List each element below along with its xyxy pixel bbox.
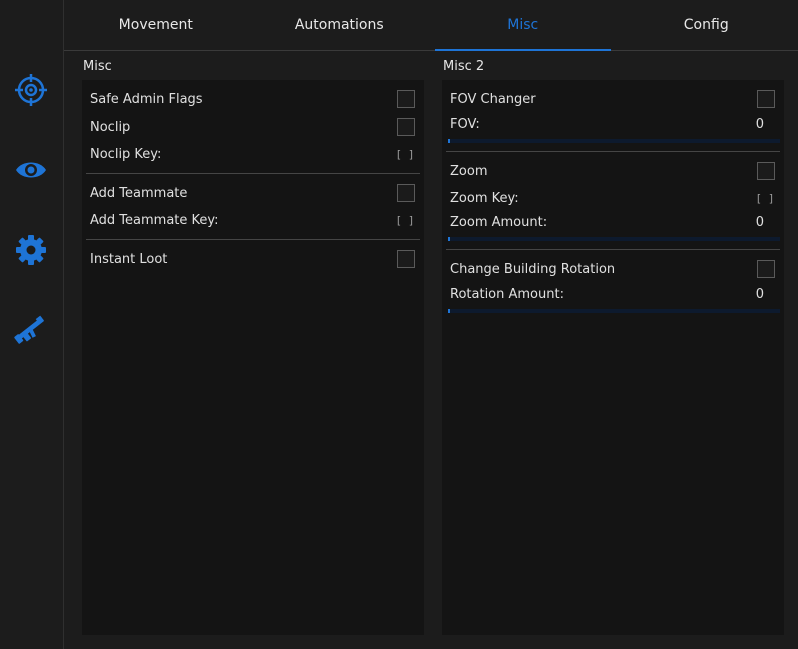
noclip-checkbox[interactable] (397, 118, 415, 136)
misc-panel: Safe Admin Flags Noclip Noclip Key: [ ] … (82, 80, 424, 635)
rotation-amount-label: Rotation Amount: (450, 286, 564, 302)
rotation-amount-slider[interactable] (448, 309, 780, 313)
tab-config[interactable]: Config (615, 0, 798, 50)
zoom-checkbox[interactable] (757, 162, 775, 180)
zoom-amount-label: Zoom Amount: (450, 214, 548, 230)
noclip-key-row: Noclip Key: [ ] (90, 143, 416, 165)
add-teammate-key-label: Add Teammate Key: (90, 212, 219, 228)
fov-row: FOV: 0 (450, 113, 776, 135)
fov-slider[interactable] (448, 139, 780, 143)
change-building-rotation-row: Change Building Rotation (450, 258, 776, 280)
misc-panel-title: Misc (83, 59, 112, 74)
fov-value: 0 (755, 116, 764, 132)
slider-fill (448, 237, 450, 241)
add-teammate-key-row: Add Teammate Key: [ ] (90, 209, 416, 231)
add-teammate-row: Add Teammate (90, 182, 416, 204)
instant-loot-checkbox[interactable] (397, 250, 415, 268)
zoom-keybind[interactable]: [ ] (757, 192, 775, 205)
zoom-amount-value: 0 (755, 214, 764, 230)
fov-label: FOV: (450, 116, 480, 132)
eye-icon[interactable] (13, 152, 49, 188)
misc2-panel: FOV Changer FOV: 0 Zoom Zoom Key: [ ] Zo… (442, 80, 784, 635)
tab-label: Config (683, 17, 729, 33)
tab-misc[interactable]: Misc (431, 0, 615, 51)
rotation-amount-row: Rotation Amount: 0 (450, 283, 776, 305)
noclip-key-label: Noclip Key: (90, 146, 162, 162)
noclip-label: Noclip (90, 119, 131, 135)
rifle-icon[interactable] (13, 312, 49, 348)
rotation-amount-value: 0 (755, 286, 764, 302)
divider (86, 239, 420, 240)
zoom-row: Zoom (450, 160, 776, 182)
change-building-rotation-checkbox[interactable] (757, 260, 775, 278)
add-teammate-checkbox[interactable] (397, 184, 415, 202)
tab-label: Misc (507, 17, 539, 33)
zoom-label: Zoom (450, 163, 488, 179)
zoom-amount-slider[interactable] (448, 237, 780, 241)
add-teammate-keybind[interactable]: [ ] (397, 214, 415, 227)
instant-loot-row: Instant Loot (90, 248, 416, 270)
tab-label: Automations (294, 17, 384, 33)
noclip-row: Noclip (90, 116, 416, 138)
fov-changer-row: FOV Changer (450, 88, 776, 110)
zoom-key-label: Zoom Key: (450, 190, 519, 206)
slider-fill (448, 309, 450, 313)
fov-changer-checkbox[interactable] (757, 90, 775, 108)
safe-admin-flags-label: Safe Admin Flags (90, 91, 203, 107)
noclip-keybind[interactable]: [ ] (397, 148, 415, 161)
zoom-key-row: Zoom Key: [ ] (450, 187, 776, 209)
gear-icon[interactable] (13, 232, 49, 268)
safe-admin-flags-checkbox[interactable] (397, 90, 415, 108)
divider (446, 249, 780, 250)
slider-fill (448, 139, 450, 143)
top-tab-bar: Movement Automations Misc Config (64, 0, 798, 51)
safe-admin-flags-row: Safe Admin Flags (90, 88, 416, 110)
divider (86, 173, 420, 174)
add-teammate-label: Add Teammate (90, 185, 188, 201)
sidebar (0, 0, 64, 649)
tab-automations[interactable]: Automations (248, 0, 432, 50)
zoom-amount-row: Zoom Amount: 0 (450, 211, 776, 233)
crosshair-icon[interactable] (13, 72, 49, 108)
misc2-panel-title: Misc 2 (443, 59, 485, 74)
tab-movement[interactable]: Movement (64, 0, 248, 50)
fov-changer-label: FOV Changer (450, 91, 536, 107)
change-building-rotation-label: Change Building Rotation (450, 261, 616, 277)
divider (446, 151, 780, 152)
instant-loot-label: Instant Loot (90, 251, 168, 267)
tab-label: Movement (118, 17, 193, 33)
